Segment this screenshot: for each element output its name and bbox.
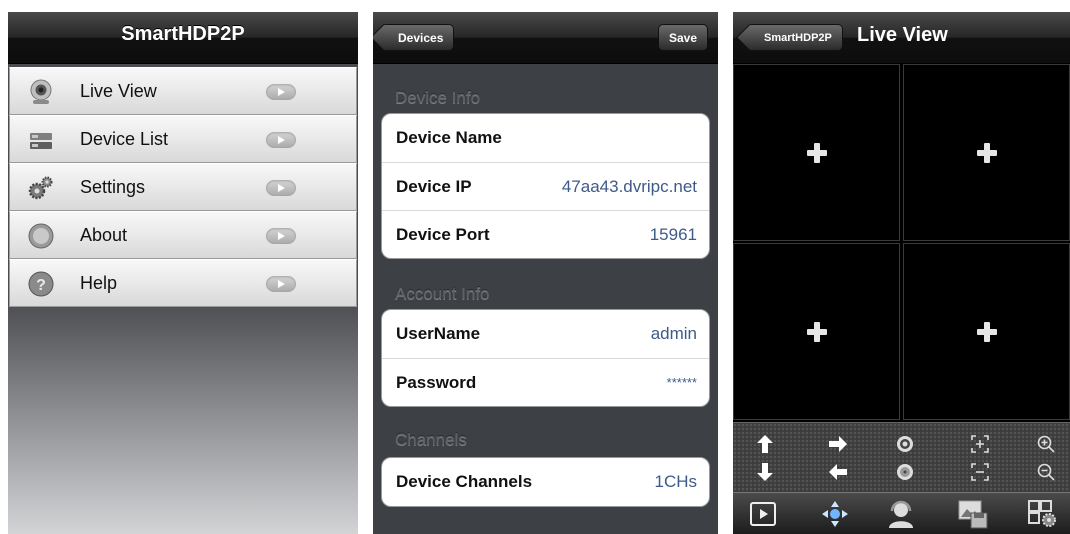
left-arrow-icon[interactable] <box>823 459 853 485</box>
device-port-value[interactable]: 15961 <box>650 211 697 258</box>
video-grid <box>733 64 1070 420</box>
video-cell-2[interactable] <box>903 64 1070 241</box>
device-edit-screen: Devices Save Device Info Device Name Dev… <box>373 12 718 534</box>
row-label: Password <box>396 373 477 392</box>
main-menu-screen: SmartHDP2P Live View Device List Setting… <box>8 12 358 534</box>
page-title: Live View <box>857 24 948 46</box>
back-button[interactable]: Devices <box>381 24 455 51</box>
channels-group: Device Channels 1CHs <box>381 457 710 507</box>
gears-icon <box>28 176 53 200</box>
row-label: Device IP <box>396 177 472 196</box>
row-label: Device Channels <box>396 472 533 491</box>
right-arrow-icon[interactable] <box>823 431 853 457</box>
focus-in-icon[interactable] <box>965 431 995 457</box>
row-label: Device Name <box>396 128 502 147</box>
menu-item-settings[interactable]: Settings <box>9 163 357 211</box>
snapshot-save-icon[interactable] <box>953 497 993 531</box>
menu-label: Live View <box>80 81 157 101</box>
back-button-label: SmartHDP2P <box>764 32 832 44</box>
focus-out-icon[interactable] <box>965 459 995 485</box>
menu-label: About <box>80 225 128 245</box>
disclosure-arrow-icon <box>266 228 296 244</box>
video-cell-4[interactable] <box>903 243 1070 420</box>
menu-item-live-view[interactable]: Live View <box>9 67 357 115</box>
down-arrow-icon[interactable] <box>750 459 780 485</box>
account-info-group: UserName admin Password ****** <box>381 309 710 407</box>
iris-open-icon[interactable] <box>890 431 920 457</box>
zoom-in-icon[interactable] <box>1031 431 1061 457</box>
add-channel-icon <box>976 321 997 342</box>
disclosure-arrow-icon <box>266 276 296 292</box>
save-button[interactable]: Save <box>657 24 708 51</box>
zoom-out-icon[interactable] <box>1031 459 1061 485</box>
disclosure-arrow-icon <box>266 84 296 100</box>
menu-label: Settings <box>80 177 146 197</box>
app-title: SmartHDP2P <box>121 23 245 45</box>
section-title-account-info: Account Info <box>395 284 490 303</box>
menu-label: Help <box>80 273 118 293</box>
row-label: UserName <box>396 324 481 343</box>
back-button-label: Devices <box>398 31 444 45</box>
menu-label: Device List <box>80 129 169 149</box>
main-menu: Live View Device List Settings About ? H… <box>9 67 357 307</box>
up-arrow-icon[interactable] <box>750 431 780 457</box>
disclosure-arrow-icon <box>266 132 296 148</box>
device-ip-value[interactable]: 47aa43.dvripc.net <box>562 163 697 211</box>
device-list-icon <box>30 133 52 149</box>
operator-icon[interactable] <box>881 497 921 531</box>
about-icon <box>28 223 54 249</box>
add-channel-icon <box>806 142 827 163</box>
layout-settings-icon[interactable] <box>1023 497 1063 531</box>
menu-item-device-list[interactable]: Device List <box>9 115 357 163</box>
device-port-row[interactable]: Device Port 15961 <box>382 210 709 258</box>
live-view-screen: SmartHDP2P Live View <box>733 12 1070 534</box>
video-cell-1[interactable] <box>733 64 900 241</box>
add-channel-icon <box>976 142 997 163</box>
ptz-control-panel <box>733 422 1070 492</box>
username-row[interactable]: UserName admin <box>382 310 709 358</box>
device-info-group: Device Name Device IP 47aa43.dvripc.net … <box>381 113 710 259</box>
play-icon[interactable] <box>743 497 783 531</box>
menu-item-about[interactable]: About <box>9 211 357 259</box>
webcam-icon <box>30 79 52 104</box>
device-name-row[interactable]: Device Name <box>382 114 709 162</box>
ptz-move-icon[interactable] <box>815 497 855 531</box>
device-channels-row[interactable]: Device Channels 1CHs <box>382 458 709 506</box>
iris-close-icon[interactable] <box>890 459 920 485</box>
svg-text:?: ? <box>36 277 46 294</box>
device-ip-row[interactable]: Device IP 47aa43.dvripc.net <box>382 162 709 210</box>
disclosure-arrow-icon <box>266 180 296 196</box>
video-cell-3[interactable] <box>733 243 900 420</box>
username-value[interactable]: admin <box>651 310 697 358</box>
password-row[interactable]: Password ****** <box>382 358 709 406</box>
device-channels-value[interactable]: 1CHs <box>654 458 697 506</box>
tab-bar <box>733 492 1070 534</box>
password-value[interactable]: ****** <box>667 359 697 406</box>
add-channel-icon <box>806 321 827 342</box>
section-title-channels: Channels <box>395 430 467 449</box>
row-label: Device Port <box>396 225 490 244</box>
section-title-device-info: Device Info <box>395 88 481 107</box>
back-button[interactable]: SmartHDP2P <box>747 24 843 51</box>
help-icon: ? <box>28 271 54 297</box>
menu-item-help[interactable]: ? Help <box>9 259 357 307</box>
